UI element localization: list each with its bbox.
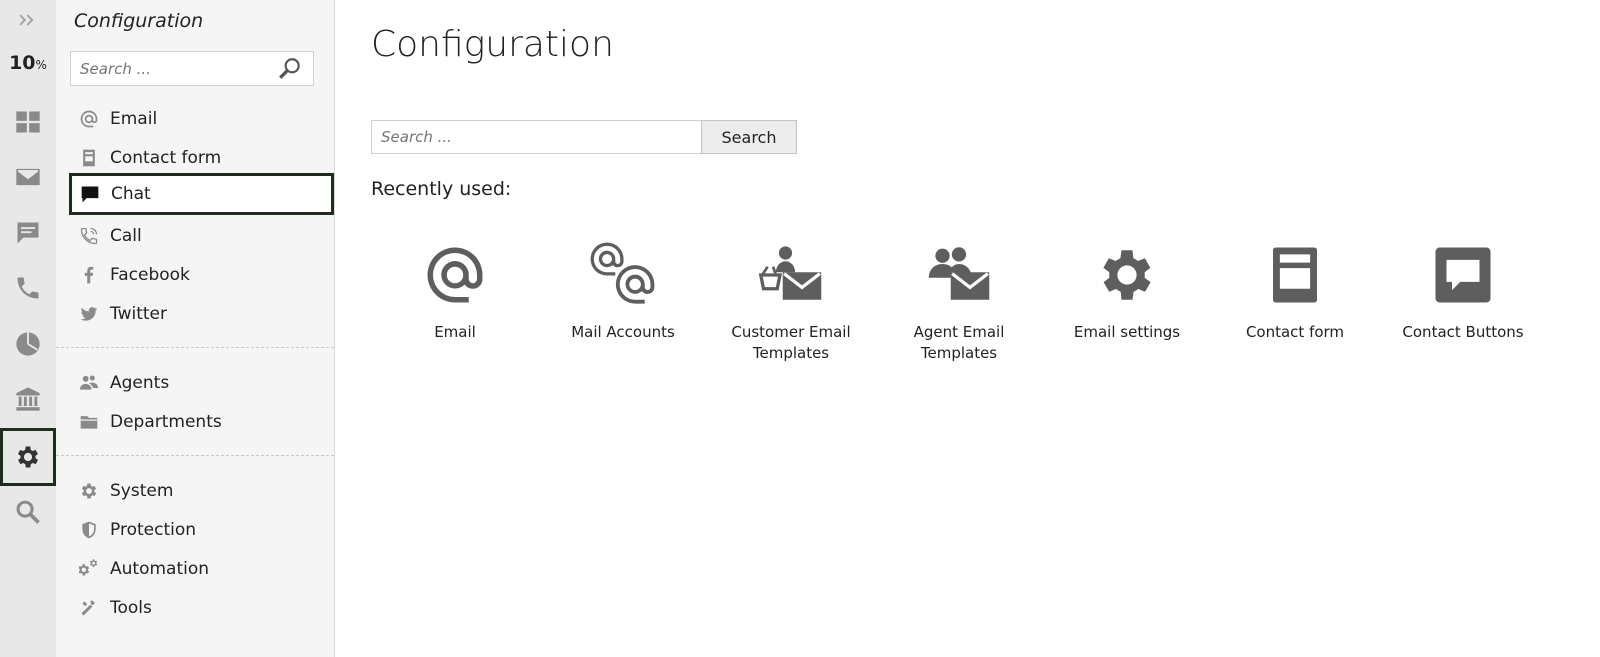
sidebar-item-chat[interactable]: Chat (69, 173, 334, 215)
expand-icon[interactable] (0, 0, 56, 40)
main-search-input[interactable] (372, 121, 683, 153)
usage-percent-value: 10 (9, 52, 36, 74)
tile-mail-accounts[interactable]: Mail Accounts (539, 240, 707, 343)
gear-icon (1092, 240, 1162, 310)
chat-bubble-icon (79, 183, 101, 205)
tile-customer-email-templates[interactable]: Customer Email Templates (707, 240, 875, 364)
tile-label: Email (434, 323, 476, 341)
dashboard-icon[interactable] (0, 94, 56, 150)
tile-label: Email settings (1073, 323, 1181, 341)
usage-percent-unit: % (35, 58, 47, 72)
at-icon (78, 108, 100, 130)
sidebar-item-call[interactable]: Call (68, 216, 332, 255)
form-icon (1260, 240, 1330, 310)
bank-icon[interactable] (0, 371, 56, 427)
agent-email-icon (924, 240, 994, 310)
sidebar-item-system[interactable]: System (68, 471, 332, 510)
sidebar-item-label: Tools (110, 597, 152, 618)
sidebar-divider (56, 347, 334, 348)
tile-label: Contact form (1245, 323, 1345, 341)
shield-icon (78, 519, 100, 541)
gear-icon (78, 480, 100, 502)
double-at-icon (588, 240, 658, 310)
recently-used-heading: Recently used: (371, 178, 512, 200)
tile-contact-form[interactable]: Contact form (1211, 240, 1379, 343)
tile-label: Contact Buttons (1402, 323, 1524, 341)
sidebar-item-protection[interactable]: Protection (68, 510, 332, 549)
search-icon[interactable] (277, 56, 303, 82)
sidebar-search (70, 51, 314, 86)
config-sidebar: Configuration Email Contact form Chat Ca… (56, 0, 335, 657)
sidebar-item-contact-form[interactable]: Contact form (68, 138, 332, 177)
reports-icon[interactable] (0, 316, 56, 372)
at-icon (420, 240, 490, 310)
tile-email[interactable]: Email (371, 240, 539, 343)
sidebar-item-label: Chat (111, 184, 151, 204)
sidebar-item-label: Automation (110, 558, 210, 579)
sidebar-item-tools[interactable]: Tools (68, 588, 332, 627)
phone-icon[interactable] (0, 260, 56, 316)
sidebar-item-label: Twitter (110, 303, 167, 324)
main-search (371, 120, 702, 154)
main-content: Configuration Search Recently used: Emai… (335, 0, 1600, 657)
search-icon[interactable] (0, 484, 56, 540)
customer-email-icon (756, 240, 826, 310)
gears-icon (78, 558, 100, 580)
folder-icon (78, 411, 100, 433)
sidebar-item-agents[interactable]: Agents (68, 363, 332, 402)
tools-icon (78, 597, 100, 619)
sidebar-item-label: Protection (110, 519, 197, 540)
sidebar-item-departments[interactable]: Departments (68, 402, 332, 441)
tile-label: Mail Accounts (571, 323, 675, 341)
sidebar-title: Configuration (74, 10, 204, 32)
sidebar-item-email[interactable]: Email (68, 99, 332, 138)
chat-bubble-icon (1428, 240, 1498, 310)
tile-label: Customer Email Templates (731, 323, 851, 362)
mail-icon[interactable] (0, 149, 56, 205)
gear-icon[interactable] (0, 428, 56, 486)
sidebar-item-label: Call (110, 225, 142, 246)
tile-agent-email-templates[interactable]: Agent Email Templates (875, 240, 1043, 364)
sidebar-search-input[interactable] (71, 52, 272, 85)
sidebar-item-label: System (110, 480, 174, 501)
chat-icon[interactable] (0, 205, 56, 261)
sidebar-item-twitter[interactable]: Twitter (68, 294, 332, 333)
usage-percent: 10% (0, 52, 56, 74)
icon-rail: 10% (0, 0, 56, 657)
sidebar-item-label: Departments (110, 411, 222, 432)
sidebar-item-label: Facebook (110, 264, 190, 285)
phone-icon (78, 225, 100, 247)
twitter-icon (78, 303, 100, 325)
sidebar-item-automation[interactable]: Automation (68, 549, 332, 588)
facebook-icon (78, 264, 100, 286)
sidebar-divider (56, 455, 334, 456)
sidebar-item-facebook[interactable]: Facebook (68, 255, 332, 294)
tile-contact-buttons[interactable]: Contact Buttons (1379, 240, 1547, 343)
sidebar-item-label: Email (110, 108, 158, 129)
tile-label: Agent Email Templates (913, 323, 1005, 362)
sidebar-item-label: Agents (110, 372, 170, 393)
agents-icon (78, 372, 100, 394)
sidebar-item-label: Contact form (110, 147, 222, 168)
tile-email-settings[interactable]: Email settings (1043, 240, 1211, 343)
search-button[interactable]: Search (701, 120, 797, 154)
page-title: Configuration (371, 24, 614, 65)
form-icon (78, 147, 100, 169)
